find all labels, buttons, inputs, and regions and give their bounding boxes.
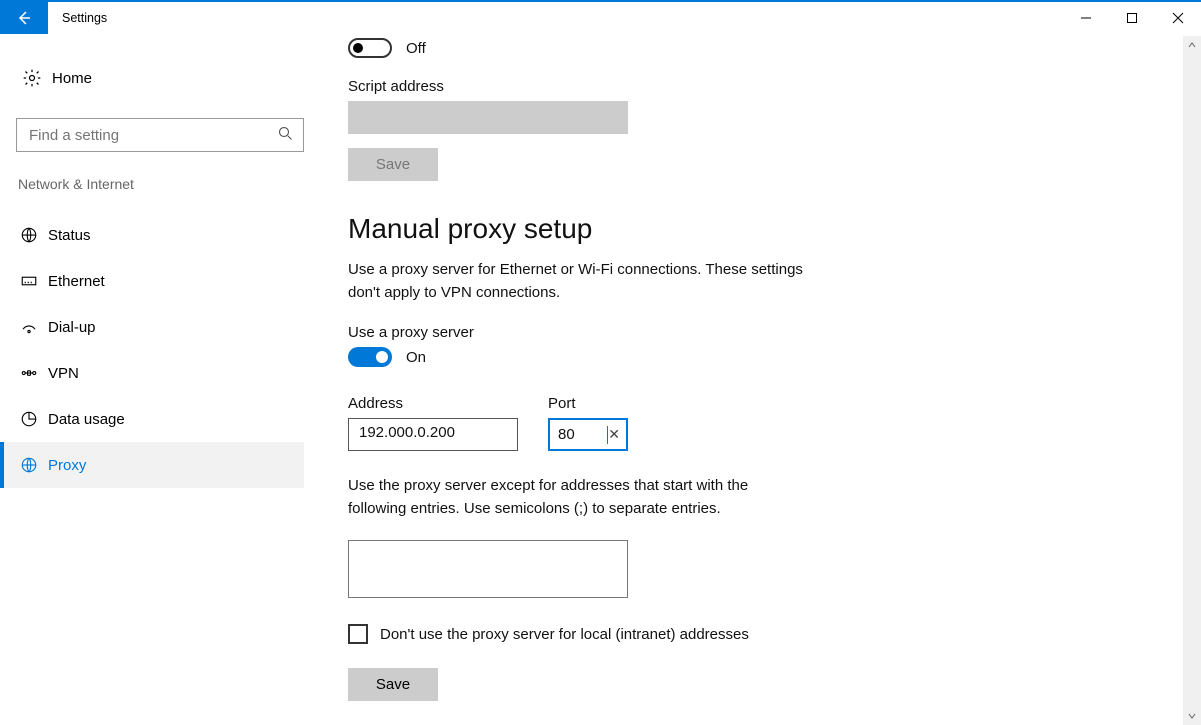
status-icon — [20, 226, 48, 244]
script-address-input — [348, 101, 628, 134]
use-proxy-toggle[interactable] — [348, 347, 392, 367]
local-bypass-checkbox-row[interactable]: Don't use the proxy server for local (in… — [348, 624, 980, 644]
address-input[interactable]: 192.000.0.200 — [348, 418, 518, 451]
vpn-icon — [20, 364, 48, 382]
gear-icon — [18, 68, 46, 88]
sidebar-item-label: Status — [48, 227, 91, 244]
maximize-icon — [1126, 12, 1138, 24]
sidebar-item-label: VPN — [48, 365, 79, 382]
auto-proxy-toggle-label: Off — [406, 40, 426, 57]
back-button[interactable] — [0, 2, 48, 34]
sidebar-item-ethernet[interactable]: Ethernet — [0, 258, 304, 304]
address-value: 192.000.0.200 — [359, 424, 455, 441]
search-icon — [278, 126, 293, 144]
body-area: Home Network & Internet Status — [0, 34, 1201, 725]
sidebar-section-label: Network & Internet — [16, 176, 304, 192]
script-address-label: Script address — [348, 78, 980, 95]
minimize-icon — [1080, 12, 1092, 24]
manual-proxy-heading: Manual proxy setup — [348, 213, 980, 245]
maximize-button[interactable] — [1109, 2, 1155, 34]
arrow-left-icon — [14, 8, 34, 28]
sidebar-item-proxy[interactable]: Proxy — [0, 442, 304, 488]
ethernet-icon — [20, 272, 48, 290]
use-proxy-label: Use a proxy server — [348, 324, 980, 341]
auto-save-button[interactable]: Save — [348, 148, 438, 181]
exceptions-description: Use the proxy server except for addresse… — [348, 475, 778, 520]
sidebar-item-label: Ethernet — [48, 273, 105, 290]
search-input[interactable] — [16, 118, 304, 152]
proxy-settings-panel: Off Script address Save Manual proxy set… — [320, 34, 1020, 725]
sidebar-item-dialup[interactable]: Dial-up — [0, 304, 304, 350]
auto-proxy-toggle-row: Off — [348, 38, 980, 58]
local-bypass-checkbox[interactable] — [348, 624, 368, 644]
minimize-button[interactable] — [1063, 2, 1109, 34]
use-proxy-toggle-label: On — [406, 349, 426, 366]
local-bypass-label: Don't use the proxy server for local (in… — [380, 626, 749, 643]
sidebar-item-vpn[interactable]: VPN — [0, 350, 304, 396]
use-proxy-toggle-row: On — [348, 347, 980, 367]
window-controls — [1063, 2, 1201, 34]
port-label: Port — [548, 395, 628, 412]
scroll-thumb[interactable] — [1183, 54, 1201, 707]
data-usage-icon — [20, 410, 48, 428]
settings-window: Settings Home — [0, 0, 1201, 725]
manual-save-button[interactable]: Save — [348, 668, 438, 701]
nav-list: Status Ethernet Dial-up — [0, 212, 304, 488]
sidebar-item-label: Dial-up — [48, 319, 96, 336]
address-port-row: Address 192.000.0.200 Port 80 ✕ — [348, 387, 980, 451]
manual-proxy-description: Use a proxy server for Ethernet or Wi-Fi… — [348, 259, 808, 304]
home-label: Home — [52, 70, 92, 87]
clear-port-button[interactable]: ✕ — [608, 426, 620, 443]
sidebar: Home Network & Internet Status — [0, 34, 320, 725]
sidebar-item-label: Data usage — [48, 411, 125, 428]
chevron-down-icon — [1187, 711, 1197, 721]
port-input[interactable]: 80 ✕ — [548, 418, 628, 451]
dialup-icon — [20, 318, 48, 336]
scroll-up-button[interactable] — [1183, 36, 1201, 54]
close-icon — [1172, 12, 1184, 24]
search-field[interactable] — [27, 126, 278, 145]
address-label: Address — [348, 395, 518, 412]
sidebar-item-data-usage[interactable]: Data usage — [0, 396, 304, 442]
scroll-down-button[interactable] — [1183, 707, 1201, 725]
chevron-up-icon — [1187, 40, 1197, 50]
sidebar-item-status[interactable]: Status — [0, 212, 304, 258]
sidebar-item-label: Proxy — [48, 457, 86, 474]
auto-proxy-toggle[interactable] — [348, 38, 392, 58]
titlebar: Settings — [0, 2, 1201, 34]
port-value: 80 — [558, 426, 606, 443]
window-title: Settings — [62, 11, 107, 25]
vertical-scrollbar[interactable] — [1183, 36, 1201, 725]
globe-icon — [20, 456, 48, 474]
exceptions-input[interactable] — [348, 540, 628, 598]
home-nav[interactable]: Home — [16, 58, 304, 98]
close-button[interactable] — [1155, 2, 1201, 34]
